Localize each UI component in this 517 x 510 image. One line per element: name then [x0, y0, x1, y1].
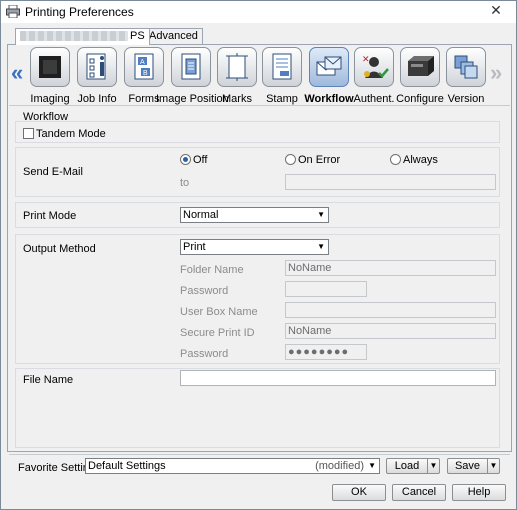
- scroll-right-arrow[interactable]: »: [490, 62, 502, 84]
- save-dropdown-icon[interactable]: ▼: [487, 459, 499, 473]
- configure-icon: [400, 47, 440, 87]
- password-label: Password: [180, 285, 229, 297]
- send-email-to-label: to: [180, 177, 190, 189]
- send-email-always-label: Always: [403, 154, 438, 166]
- strip-label: Version: [447, 93, 485, 105]
- file-name-field[interactable]: [180, 370, 496, 386]
- workflow-icon: [309, 47, 349, 87]
- stamp-icon: [262, 47, 302, 87]
- favorite-setting-value: Default Settings: [88, 460, 166, 472]
- user-box-name-label: User Box Name: [180, 306, 258, 318]
- print-mode-label: Print Mode: [23, 210, 77, 222]
- ok-button[interactable]: OK: [332, 484, 386, 501]
- window-title: Printing Preferences: [25, 5, 134, 19]
- folder-name-field[interactable]: NoName: [285, 260, 496, 276]
- print-mode-select[interactable]: Normal ▼: [180, 207, 329, 223]
- output-method-label: Output Method: [23, 243, 96, 255]
- user-box-name-field[interactable]: [285, 302, 496, 318]
- favorite-setting-label: Favorite Setting: [18, 462, 96, 474]
- secure-password-label: Password: [180, 348, 229, 360]
- printer-icon: [6, 5, 20, 18]
- output-method-select[interactable]: Print ▼: [180, 239, 329, 255]
- strip-divider: [9, 105, 510, 106]
- close-button[interactable]: ✕: [481, 2, 511, 19]
- send-email-off-radio[interactable]: [180, 154, 191, 165]
- output-method-value: Print: [183, 241, 206, 253]
- job-info-icon: [77, 47, 117, 87]
- chevron-down-icon: ▼: [317, 242, 325, 251]
- send-email-always-radio[interactable]: [390, 154, 401, 165]
- tab-ps[interactable]: PS: [15, 28, 150, 45]
- favorite-modified-text: (modified): [315, 460, 364, 472]
- password-field[interactable]: [285, 281, 367, 297]
- forms-icon: AB: [124, 47, 164, 87]
- printing-preferences-window: Printing Preferences ✕ PS Advanced « » I…: [0, 0, 517, 510]
- image-position-icon: [171, 47, 211, 87]
- favorite-setting-select[interactable]: Default Settings (modified) ▼: [85, 458, 380, 474]
- favorite-divider: [9, 454, 510, 455]
- cancel-button[interactable]: Cancel: [392, 484, 446, 501]
- authentication-icon: ✕: [354, 47, 394, 87]
- tab-advanced[interactable]: Advanced: [144, 28, 203, 44]
- help-button[interactable]: Help: [452, 484, 506, 501]
- send-email-on-error-label: On Error: [298, 154, 341, 166]
- save-button-label: Save: [454, 460, 481, 472]
- printer-name-redacted: [20, 31, 128, 42]
- send-email-label: Send E-Mail: [23, 166, 83, 178]
- chevron-down-icon: ▼: [368, 461, 376, 470]
- svg-text:A: A: [140, 59, 145, 66]
- send-email-on-error-radio[interactable]: [285, 154, 296, 165]
- load-button[interactable]: Load ▼: [386, 458, 440, 474]
- folder-name-label: Folder Name: [180, 264, 244, 276]
- secure-password-field[interactable]: ●●●●●●●●: [285, 344, 367, 360]
- secure-print-id-field[interactable]: NoName: [285, 323, 496, 339]
- save-button[interactable]: Save ▼: [447, 458, 500, 474]
- file-name-label: File Name: [23, 374, 74, 386]
- strip-item-version[interactable]: Version: [443, 47, 489, 105]
- chevron-down-icon: ▼: [317, 210, 325, 219]
- scroll-left-arrow[interactable]: «: [11, 62, 23, 84]
- tandem-mode-checkbox[interactable]: [23, 128, 34, 139]
- secure-print-id-label: Secure Print ID: [180, 327, 255, 339]
- version-icon: [446, 47, 486, 87]
- print-mode-value: Normal: [183, 209, 219, 221]
- tab-ps-label: PS: [130, 30, 145, 42]
- send-email-to-field[interactable]: [285, 174, 496, 190]
- marks-icon: [217, 47, 257, 87]
- load-dropdown-icon[interactable]: ▼: [427, 459, 439, 473]
- svg-text:B: B: [143, 70, 148, 77]
- tab-advanced-label: Advanced: [149, 30, 198, 42]
- load-button-label: Load: [394, 460, 420, 472]
- title-bar: Printing Preferences ✕: [1, 1, 516, 23]
- tandem-mode-label: Tandem Mode: [36, 128, 106, 140]
- send-email-off-label: Off: [193, 154, 208, 166]
- imaging-icon: [30, 47, 70, 87]
- svg-text:✕: ✕: [362, 54, 370, 64]
